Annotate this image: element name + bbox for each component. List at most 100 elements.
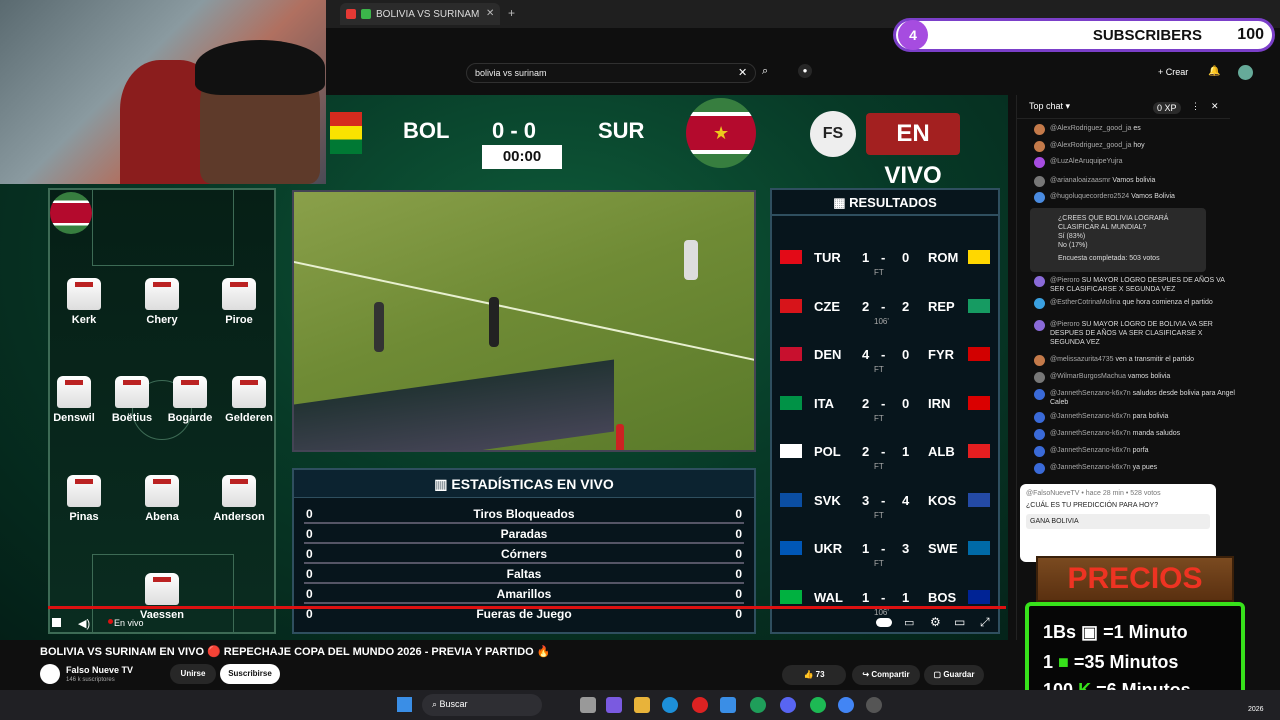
new-tab-icon[interactable]: + bbox=[508, 6, 515, 20]
search-icon: ⌕ bbox=[432, 699, 440, 709]
prediction-option[interactable]: GANA BOLIVIA bbox=[1026, 514, 1210, 529]
autoplay-toggle[interactable] bbox=[876, 618, 892, 627]
obs-icon[interactable] bbox=[866, 697, 882, 713]
browser-tab[interactable]: BOLIVIA VS SURINAM bbox=[340, 3, 500, 25]
score-separator: - bbox=[881, 298, 886, 314]
chat-username[interactable]: @Pieroro bbox=[1050, 321, 1080, 328]
edge-icon[interactable] bbox=[662, 697, 678, 713]
more-icon[interactable]: ⋮ bbox=[1191, 101, 1200, 112]
spotify-icon[interactable] bbox=[810, 697, 826, 713]
stop-icon[interactable] bbox=[52, 618, 61, 627]
create-label: Crear bbox=[1165, 67, 1189, 77]
channel-row: Falso Nueve TV 146 k suscriptores Unirse… bbox=[40, 664, 340, 690]
team-flag-icon bbox=[780, 444, 802, 458]
task-view-icon[interactable] bbox=[580, 697, 596, 713]
chrome-icon[interactable] bbox=[838, 697, 854, 713]
chat-username[interactable]: @JannethSenzano-k6x7n bbox=[1050, 430, 1131, 437]
like-button[interactable]: 👍 73 bbox=[782, 665, 846, 685]
chat-message: @EstherCotrinaMolina que hora comienza e… bbox=[1034, 298, 1236, 309]
shirt-icon bbox=[145, 278, 179, 310]
stats-title-text: ESTADÍSTICAS EN VIVO bbox=[451, 476, 614, 492]
share-button[interactable]: ↪ Compartir bbox=[852, 665, 920, 685]
taskbar-search[interactable]: ⌕ Buscar bbox=[422, 694, 542, 716]
top-chat-dropdown[interactable]: Top chat ▾ bbox=[1029, 101, 1070, 111]
video-progress-bar[interactable] bbox=[48, 606, 1006, 609]
store-icon[interactable] bbox=[720, 697, 736, 713]
streamer-hair bbox=[195, 40, 325, 95]
chat-avatar bbox=[1034, 389, 1045, 400]
stat-away: 0 bbox=[735, 507, 742, 521]
match-score: 0 - 0 bbox=[492, 118, 537, 143]
search-icon[interactable]: ⌕ bbox=[762, 65, 768, 78]
close-tab-icon[interactable]: ✕ bbox=[486, 8, 494, 19]
team-flag-icon bbox=[780, 395, 802, 410]
create-button[interactable]: + Crear bbox=[1158, 67, 1188, 77]
close-chat-icon[interactable]: ✕ bbox=[1211, 101, 1219, 112]
match-status: FT bbox=[874, 462, 884, 471]
chat-username[interactable]: @AlexRodriguez_good_ja bbox=[1050, 142, 1131, 149]
result-row: TUR 1- 0 ROM FT bbox=[778, 248, 992, 288]
chat-username[interactable]: @Pieroro bbox=[1050, 277, 1080, 284]
windows-start-icon[interactable] bbox=[397, 697, 412, 712]
app-icon[interactable] bbox=[750, 697, 766, 713]
chat-username[interactable]: @WilmarBurgosMachua bbox=[1050, 373, 1126, 380]
fullscreen-icon[interactable]: ⤢ bbox=[980, 615, 990, 630]
volume-icon[interactable]: ◀) bbox=[78, 617, 90, 630]
avatar[interactable] bbox=[1238, 65, 1253, 80]
discord-icon[interactable] bbox=[780, 697, 796, 713]
player-name: Gelderen bbox=[225, 412, 273, 424]
chat-username[interactable]: @melissazurita4735 bbox=[1050, 356, 1114, 363]
theater-icon[interactable]: ▭ bbox=[954, 615, 965, 629]
poll-question: ¿CREES QUE BOLIVIA LOGRARÁ CLASIFICAR AL… bbox=[1058, 215, 1169, 231]
chat-username[interactable]: @EstherCotrinaMolina bbox=[1050, 299, 1121, 306]
opera-icon[interactable] bbox=[692, 697, 708, 713]
microphone-icon[interactable]: ● bbox=[798, 64, 812, 78]
save-button[interactable]: ▢ Guardar bbox=[924, 665, 984, 685]
stat-row: 0 Amarillos 0 bbox=[304, 584, 744, 604]
subtitles-icon[interactable]: ▭ bbox=[904, 616, 914, 629]
home-team: CZE bbox=[814, 298, 840, 314]
chat-avatar bbox=[1034, 372, 1045, 383]
results-title-text: RESULTADOS bbox=[849, 195, 937, 210]
home-score: 2 bbox=[862, 298, 870, 314]
away-team: SUR bbox=[598, 118, 645, 143]
chat-username[interactable]: @JannethSenzano-k6x7n bbox=[1050, 447, 1131, 454]
copilot-icon[interactable] bbox=[606, 697, 622, 713]
subscribe-button[interactable]: Suscribirse bbox=[220, 664, 280, 684]
settings-icon[interactable]: ⚙ bbox=[930, 615, 941, 629]
subs-count: 100 bbox=[1237, 26, 1264, 43]
clear-search-icon[interactable]: ✕ bbox=[738, 66, 747, 79]
chat-username[interactable]: @arianaloaizaasmr bbox=[1050, 177, 1110, 184]
chat-username[interactable]: @JannethSenzano-k6x7n bbox=[1050, 390, 1131, 397]
chat-message: @JannethSenzano-k6x7n manda saludos bbox=[1034, 429, 1236, 440]
chat-avatar bbox=[1034, 157, 1045, 168]
live-label[interactable]: En vivo bbox=[114, 618, 144, 628]
chat-username[interactable]: @LuzAleAruquipeYujra bbox=[1050, 158, 1123, 165]
chat-avatar bbox=[1034, 276, 1045, 287]
chat-message: @JannethSenzano-k6x7n porfa bbox=[1034, 446, 1236, 457]
chat-username[interactable]: @JannethSenzano-k6x7n bbox=[1050, 464, 1131, 471]
home-team: TUR bbox=[814, 250, 841, 265]
chat-username[interactable]: @AlexRodriguez_good_ja bbox=[1050, 125, 1131, 132]
xp-badge[interactable]: 0 XP bbox=[1153, 102, 1181, 114]
chat-username[interactable]: @hugoluquecordero2524 bbox=[1050, 193, 1129, 200]
bell-icon[interactable]: 🔔 bbox=[1208, 66, 1220, 77]
channel-subs: 146 k suscriptores bbox=[66, 677, 115, 683]
join-button[interactable]: Unirse bbox=[170, 664, 216, 684]
chat-text: vamos bolivia bbox=[1127, 373, 1171, 380]
price-value: =35 Minutos bbox=[1073, 652, 1179, 672]
chat-header: Top chat ▾ 0 XP ⋮ ✕ bbox=[1017, 95, 1230, 119]
shirt-icon bbox=[67, 278, 101, 310]
chat-message: @AlexRodriguez_good_ja hoy bbox=[1034, 141, 1236, 152]
stat-away: 0 bbox=[735, 527, 742, 541]
shirt-icon bbox=[115, 376, 149, 408]
away-team: KOS bbox=[928, 492, 957, 508]
chat-username[interactable]: @JannethSenzano-k6x7n bbox=[1050, 413, 1131, 420]
file-explorer-icon[interactable] bbox=[634, 697, 650, 713]
chat-message: @LuzAleAruquipeYujra bbox=[1034, 157, 1236, 168]
channel-avatar[interactable] bbox=[40, 664, 60, 684]
search-input[interactable]: bolivia vs surinam bbox=[466, 63, 756, 83]
away-score: 1 bbox=[902, 589, 910, 605]
live-badge: EN VIVO bbox=[866, 113, 960, 189]
channel-name[interactable]: Falso Nueve TV bbox=[66, 665, 133, 675]
